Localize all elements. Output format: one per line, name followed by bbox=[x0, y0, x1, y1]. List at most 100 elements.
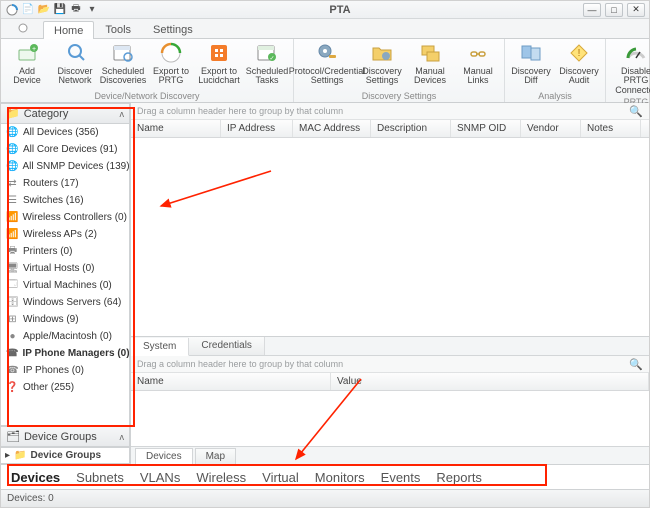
detail-body[interactable] bbox=[131, 391, 649, 446]
wifi-icon: 📶 bbox=[6, 228, 19, 241]
tree-item[interactable]: ⇄Routers (17) bbox=[1, 175, 129, 192]
detail-col-name[interactable]: Name bbox=[131, 373, 331, 390]
chevron-up-icon: ʌ bbox=[120, 109, 125, 119]
tree-item[interactable]: 📶Wireless Controllers (0) bbox=[1, 209, 129, 226]
search-icon[interactable]: 🔍 bbox=[629, 105, 643, 118]
bignav-vlans[interactable]: VLANs bbox=[140, 470, 180, 485]
discovery-diff-button[interactable]: Discovery Diff bbox=[507, 39, 555, 88]
qat-save-icon[interactable]: 💾 bbox=[53, 3, 67, 17]
bignav-wireless[interactable]: Wireless bbox=[196, 470, 246, 485]
bottom-tab-map[interactable]: Map bbox=[195, 448, 236, 464]
ribbon-tab-app[interactable] bbox=[7, 19, 43, 38]
grid-col[interactable]: Vendor bbox=[521, 120, 581, 137]
discovery-audit-button[interactable]: !Discovery Audit bbox=[555, 39, 603, 88]
tree-item[interactable]: 🌐All Core Devices (91) bbox=[1, 141, 129, 158]
export-prtg-button[interactable]: Export to PRTG bbox=[147, 39, 195, 88]
minimize-button[interactable]: — bbox=[583, 3, 601, 17]
tree-item[interactable]: ☎IP Phone Managers (0) bbox=[1, 345, 129, 362]
status-bar: Devices: 0 bbox=[1, 490, 649, 507]
tree-item[interactable]: ☰ Switches (16) bbox=[1, 192, 129, 209]
tree-item-label: IP Phones (0) bbox=[23, 365, 84, 376]
tree-item[interactable]: ●Apple/Macintosh (0) bbox=[1, 328, 129, 345]
export-lucidchart-button[interactable]: Export to Lucidchart bbox=[195, 39, 243, 88]
tree-item[interactable]: ⊞ Windows (9) bbox=[1, 311, 129, 328]
tree-item[interactable]: 🖶Printers (0) bbox=[1, 243, 129, 260]
tree-item-label: Routers (17) bbox=[23, 178, 79, 189]
tree-item-label: Switches (16) bbox=[23, 195, 84, 206]
tree-item[interactable]: 🌐All SNMP Devices (139) bbox=[1, 158, 129, 175]
bignav-subnets[interactable]: Subnets bbox=[76, 470, 124, 485]
switch-icon: ☰ bbox=[6, 194, 19, 207]
grid-col[interactable]: SNMP OID bbox=[451, 120, 521, 137]
protocol-credential-button[interactable]: Protocol/Credential Settings bbox=[296, 39, 358, 88]
svg-text:!: ! bbox=[578, 48, 581, 59]
qat-dropdown-icon[interactable]: ▾ bbox=[85, 3, 99, 17]
qat-new-icon[interactable]: 📄 bbox=[21, 3, 35, 17]
bignav-monitors[interactable]: Monitors bbox=[315, 470, 365, 485]
device-groups-root[interactable]: ▸ 📁 Device Groups bbox=[1, 447, 130, 464]
disable-prtg-button[interactable]: Disable PRTG Connector bbox=[608, 39, 650, 97]
tree-item[interactable]: 🖥 Virtual Hosts (0) bbox=[1, 260, 129, 277]
detail-group-hint[interactable]: Drag a column header here to group by th… bbox=[131, 356, 649, 373]
qat-open-icon[interactable]: 📂 bbox=[37, 3, 51, 17]
bignav-virtual[interactable]: Virtual bbox=[262, 470, 299, 485]
ribbon-group-analysis: Discovery Diff !Discovery Audit Analysis bbox=[505, 39, 606, 102]
bignav-events[interactable]: Events bbox=[381, 470, 421, 485]
vhost-icon: 🖥 bbox=[6, 262, 19, 275]
tree-item[interactable]: 🌐All Devices (356) bbox=[1, 124, 129, 141]
tree-item-label: Apple/Macintosh (0) bbox=[23, 331, 112, 342]
ribbon-group-prtg: Disable PRTG Connector PRTG bbox=[606, 39, 650, 102]
ribbon-tab-home[interactable]: Home bbox=[43, 21, 94, 39]
manual-devices-button[interactable]: Manual Devices bbox=[406, 39, 454, 88]
discover-network-button[interactable]: Discover Network bbox=[51, 39, 99, 88]
discovery-settings-button[interactable]: Discovery Settings bbox=[358, 39, 406, 88]
tree-item[interactable]: 🗄Windows Servers (64) bbox=[1, 294, 129, 311]
bignav-reports[interactable]: Reports bbox=[436, 470, 482, 485]
detail-tab-system[interactable]: System bbox=[131, 338, 189, 356]
maximize-button[interactable]: □ bbox=[605, 3, 623, 17]
app-icon bbox=[5, 3, 19, 17]
export-prtg-icon bbox=[159, 41, 183, 65]
bottom-tab-devices[interactable]: Devices bbox=[135, 448, 193, 464]
tree-item[interactable]: ☎IP Phones (0) bbox=[1, 362, 129, 379]
scheduled-tasks-icon: ✓ bbox=[255, 41, 279, 65]
phone-mgr-icon: ☎ bbox=[6, 347, 18, 360]
device-groups-header[interactable]: 🗂 Device Groups ʌ bbox=[1, 426, 130, 447]
manual-links-button[interactable]: Manual Links bbox=[454, 39, 502, 88]
bignav-devices[interactable]: Devices bbox=[11, 470, 60, 485]
vm-icon: 🗔 bbox=[6, 279, 19, 292]
ribbon-tab-strip: Home Tools Settings bbox=[1, 19, 649, 39]
category-header[interactable]: 📁 Category ʌ bbox=[1, 103, 130, 124]
grid-col[interactable]: Name bbox=[131, 120, 221, 137]
close-button[interactable]: ✕ bbox=[627, 3, 645, 17]
ribbon-tab-settings[interactable]: Settings bbox=[142, 20, 204, 38]
expand-icon[interactable]: ▸ bbox=[5, 450, 10, 461]
calendar-search-icon bbox=[111, 41, 135, 65]
windows-icon: ⊞ bbox=[6, 313, 19, 326]
globe-icon: 🌐 bbox=[6, 160, 18, 173]
grid-col[interactable]: Description bbox=[371, 120, 451, 137]
grid-group-hint[interactable]: Drag a column header here to group by th… bbox=[131, 103, 649, 120]
add-device-button[interactable]: +Add Device bbox=[3, 39, 51, 88]
qat-print-icon[interactable]: 🖶 bbox=[69, 3, 83, 17]
grid-col[interactable]: IP Address bbox=[221, 120, 293, 137]
ribbon: +Add Device Discover Network Scheduled D… bbox=[1, 39, 649, 103]
groups-icon: 🗂 bbox=[6, 430, 20, 443]
grid-col[interactable]: MAC Address bbox=[293, 120, 371, 137]
discover-network-icon bbox=[63, 41, 87, 65]
grid-col[interactable]: Notes bbox=[581, 120, 641, 137]
scheduled-discoveries-button[interactable]: Scheduled Discoveries bbox=[99, 39, 147, 88]
detail-columns-row: Name Value bbox=[131, 373, 649, 391]
tree-item[interactable]: ❓Other (255) bbox=[1, 379, 129, 396]
ribbon-tab-tools[interactable]: Tools bbox=[94, 20, 142, 38]
detail-col-value[interactable]: Value bbox=[331, 373, 649, 390]
tree-item[interactable]: 📶Wireless APs (2) bbox=[1, 226, 129, 243]
search-icon[interactable]: 🔍 bbox=[629, 358, 643, 371]
scheduled-tasks-button[interactable]: ✓Scheduled Tasks bbox=[243, 39, 291, 88]
grid-body[interactable] bbox=[131, 138, 649, 336]
tree-item-label: Windows (9) bbox=[23, 314, 79, 325]
tree-item-label: Virtual Hosts (0) bbox=[23, 263, 95, 274]
content: Drag a column header here to group by th… bbox=[131, 103, 649, 464]
detail-tab-credentials[interactable]: Credentials bbox=[189, 337, 265, 355]
tree-item[interactable]: 🗔Virtual Machines (0) bbox=[1, 277, 129, 294]
